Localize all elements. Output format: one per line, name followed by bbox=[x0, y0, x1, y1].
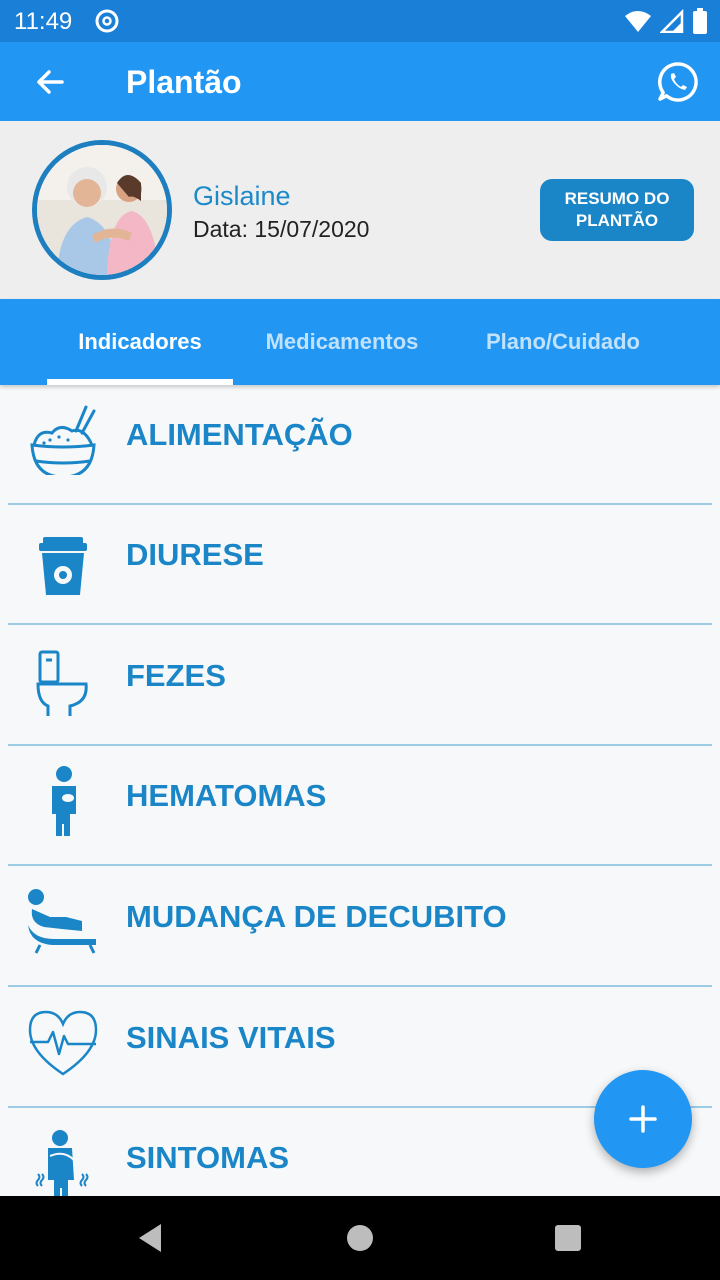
list-item-fezes[interactable]: FEZES bbox=[0, 626, 720, 746]
item-label: DIURESE bbox=[126, 537, 264, 572]
list-item-mudanca-de-decubito[interactable]: MUDANÇA DE DECUBITO bbox=[0, 867, 720, 987]
add-button[interactable] bbox=[594, 1070, 692, 1168]
tab-indicadores[interactable]: Indicadores bbox=[47, 299, 233, 385]
patient-photo bbox=[37, 145, 167, 275]
system-nav-bar bbox=[0, 1196, 720, 1280]
circle-home-icon bbox=[347, 1225, 373, 1251]
shift-summary-button[interactable]: RESUMO DO PLANTÃO bbox=[540, 179, 694, 241]
tab-bar: Indicadores Medicamentos Plano/Cuidado bbox=[0, 299, 720, 385]
page-title: Plantão bbox=[126, 64, 242, 100]
square-recents-icon bbox=[555, 1225, 581, 1251]
patient-header: Gislaine Data: 15/07/2020 RESUMO DO PLAN… bbox=[0, 121, 720, 299]
wifi-icon bbox=[625, 11, 651, 32]
battery-icon bbox=[693, 8, 707, 34]
item-label: ALIMENTAÇÃO bbox=[126, 417, 353, 452]
status-icons bbox=[624, 8, 708, 34]
nav-home-button[interactable] bbox=[338, 1216, 382, 1260]
whatsapp-icon bbox=[658, 62, 698, 102]
list-item-hematomas[interactable]: HEMATOMAS bbox=[0, 746, 720, 866]
divider bbox=[8, 864, 712, 866]
item-label: SINAIS VITAIS bbox=[126, 1020, 336, 1055]
shift-date: Data: 15/07/2020 bbox=[193, 216, 370, 242]
arrow-left-icon bbox=[37, 70, 64, 94]
app-bar: Plantão bbox=[0, 42, 720, 121]
whatsapp-button[interactable] bbox=[656, 60, 700, 104]
person-shivering-icon bbox=[35, 1130, 89, 1196]
status-bar: 11:49 bbox=[0, 0, 720, 42]
item-label: SINTOMAS bbox=[126, 1140, 290, 1175]
signal-icon bbox=[660, 9, 684, 33]
heart-pulse-icon bbox=[28, 1010, 98, 1076]
at-sign-icon bbox=[95, 9, 119, 33]
tab-plano-cuidado[interactable]: Plano/Cuidado bbox=[460, 299, 666, 385]
avatar[interactable] bbox=[32, 140, 172, 280]
item-label: MUDANÇA DE DECUBITO bbox=[126, 899, 507, 934]
tab-medicamentos[interactable]: Medicamentos bbox=[240, 299, 444, 385]
rice-bowl-icon bbox=[30, 405, 96, 475]
reclining-person-icon bbox=[28, 889, 96, 954]
nav-back-button[interactable] bbox=[128, 1216, 172, 1260]
indicator-list: ALIMENTAÇÃO DIURESE FEZES HEMATOMAS MUDA… bbox=[0, 385, 720, 1196]
divider bbox=[8, 623, 712, 625]
list-item-alimentacao[interactable]: ALIMENTAÇÃO bbox=[0, 385, 720, 505]
person-bruise-icon bbox=[52, 766, 76, 836]
nav-recents-button[interactable] bbox=[546, 1216, 590, 1260]
triangle-back-icon bbox=[139, 1224, 161, 1252]
patient-name: Gislaine bbox=[193, 181, 291, 211]
item-label: FEZES bbox=[126, 658, 226, 693]
urine-cup-icon bbox=[39, 537, 87, 595]
list-item-diurese[interactable]: DIURESE bbox=[0, 505, 720, 625]
toilet-icon bbox=[36, 650, 88, 716]
item-label: HEMATOMAS bbox=[126, 778, 327, 813]
divider bbox=[8, 985, 712, 987]
back-button[interactable] bbox=[28, 60, 72, 104]
plus-icon bbox=[629, 1105, 657, 1133]
status-time: 11:49 bbox=[14, 8, 73, 35]
